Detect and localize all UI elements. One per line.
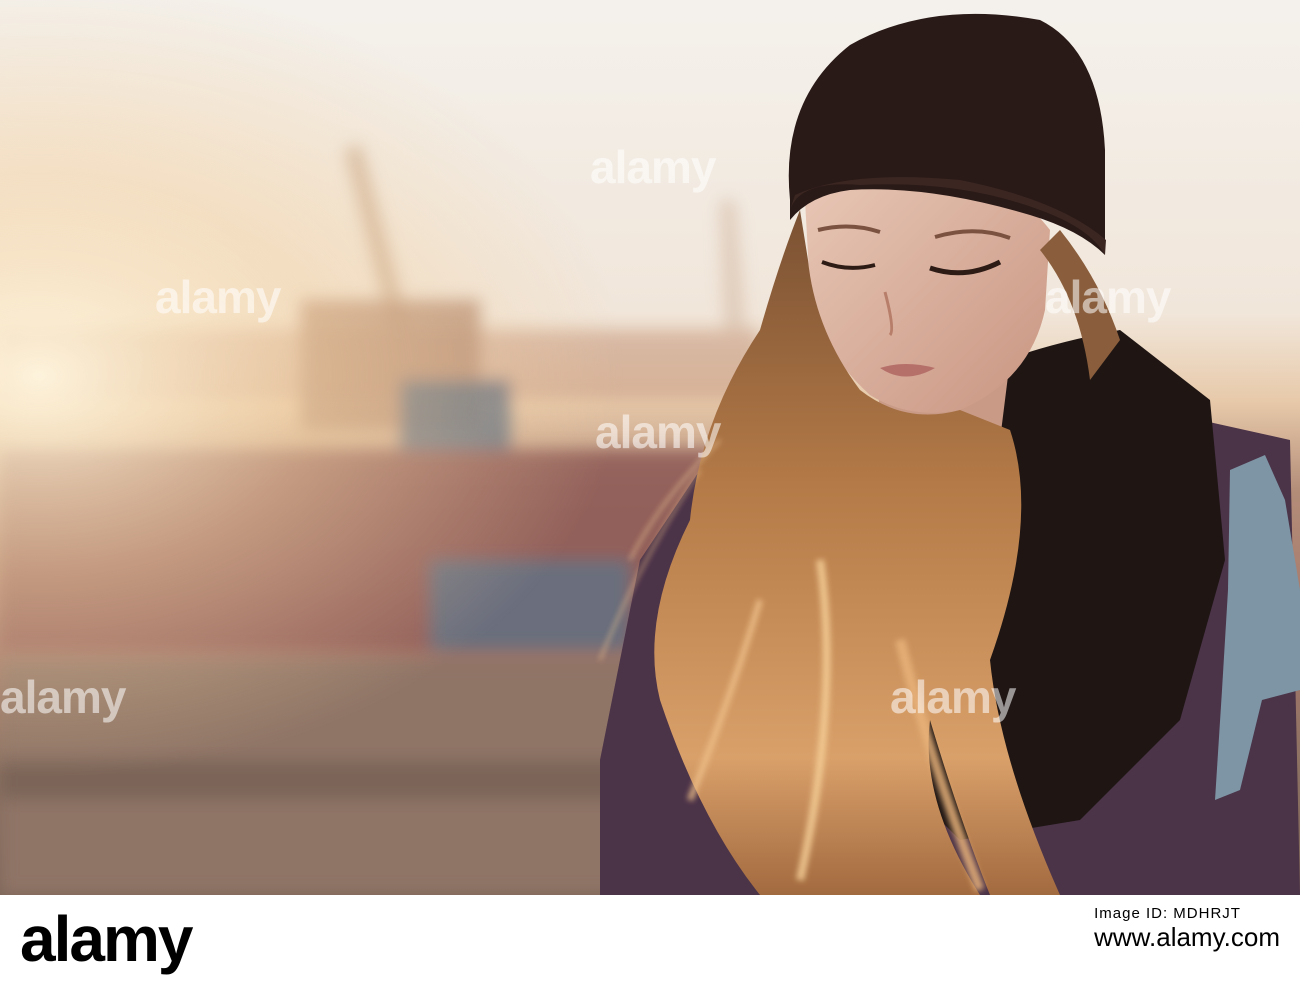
stock-photo-page: alamy alamy alamy alamy alamy alamy alam…: [0, 0, 1300, 985]
footer-info: Image ID: MDHRJT www.alamy.com: [1094, 905, 1280, 953]
photo-illustration: [0, 0, 1300, 895]
photo: alamy alamy alamy alamy alamy alamy: [0, 0, 1300, 895]
site-url[interactable]: www.alamy.com: [1094, 922, 1280, 953]
footer-bar: alamy Image ID: MDHRJT www.alamy.com: [0, 895, 1300, 985]
alamy-logo[interactable]: alamy: [20, 903, 193, 975]
image-id: Image ID: MDHRJT: [1094, 905, 1241, 922]
logo-wordmark: alamy: [20, 903, 193, 975]
